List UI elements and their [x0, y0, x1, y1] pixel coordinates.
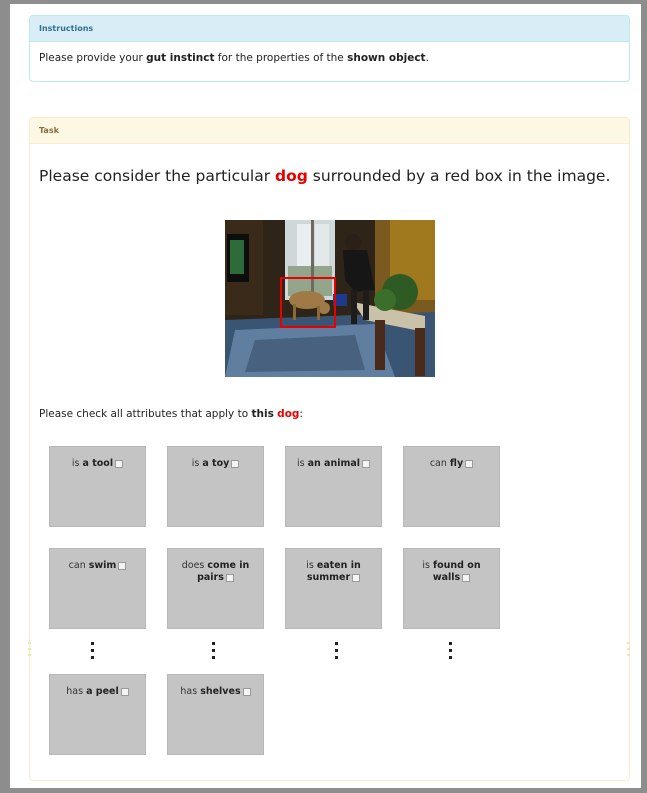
attribute-verb: is: [191, 458, 203, 469]
attributes-prompt-object: dog: [277, 408, 300, 420]
attribute-checkbox[interactable]: [362, 459, 371, 468]
attribute-label: shelves: [200, 686, 241, 697]
attribute-verb: is: [71, 458, 83, 469]
attributes-prompt-part: Please check all attributes that apply t…: [39, 408, 252, 420]
more-tiles-indicator: [212, 642, 216, 663]
attribute-tile-pairs[interactable]: does come in pairs: [167, 548, 264, 629]
attribute-checkbox[interactable]: [115, 459, 124, 468]
attribute-verb: can: [68, 560, 89, 571]
attribute-tile-shelves[interactable]: has shelves: [167, 674, 264, 755]
more-tiles-indicator: [335, 642, 339, 663]
object-photo: [225, 220, 435, 377]
attribute-label: fly: [449, 458, 464, 469]
attribute-tile-peel[interactable]: has a peel: [49, 674, 146, 755]
attributes-prompt-emphasis: this: [251, 408, 274, 420]
attribute-verb: has: [66, 686, 87, 697]
attribute-tile-summer[interactable]: is eaten in summer: [285, 548, 382, 629]
instructions-emphasis-gut-instinct: gut instinct: [146, 52, 215, 64]
instructions-text: Please provide your gut instinct for the…: [30, 42, 629, 74]
attribute-label: found on walls: [432, 560, 481, 583]
instructions-text-part: for the properties of the: [214, 52, 348, 64]
attribute-tile-toy[interactable]: is a toy: [167, 446, 264, 527]
instructions-text-part: Please provide your: [39, 52, 147, 64]
attribute-tile-walls[interactable]: is found on walls: [403, 548, 500, 629]
attribute-label: a tool: [82, 458, 114, 469]
task-title-part: surrounded by a red box in the image.: [307, 167, 611, 185]
attribute-verb: has: [180, 686, 201, 697]
attribute-verb: is: [296, 458, 308, 469]
attribute-checkbox[interactable]: [225, 573, 234, 582]
attribute-checkbox[interactable]: [242, 687, 251, 696]
attribute-tile-swim[interactable]: can swim: [49, 548, 146, 629]
instructions-emphasis-shown-object: shown object: [347, 52, 426, 64]
attribute-tile-animal[interactable]: is an animal: [285, 446, 382, 527]
attribute-verb: is: [306, 560, 317, 571]
attribute-label: swim: [88, 560, 117, 571]
task-title-part: Please consider the particular: [39, 167, 276, 185]
attributes-prompt-part: :: [299, 408, 303, 420]
attribute-checkbox[interactable]: [462, 573, 471, 582]
attribute-verb: can: [429, 458, 450, 469]
attribute-label: an animal: [307, 458, 361, 469]
attribute-tile-fly[interactable]: can fly: [403, 446, 500, 527]
task-title: Please consider the particular dog surro…: [39, 167, 619, 185]
more-tiles-indicator: [449, 642, 453, 663]
panel-cut-indicator: [627, 642, 630, 660]
instructions-text-part: .: [425, 52, 429, 64]
hit-page: Instructions Please provide your gut ins…: [10, 4, 641, 788]
task-panel: Task Please consider the particular dog …: [28, 117, 630, 781]
task-header: Task: [30, 118, 629, 144]
living-room-photo: [225, 220, 435, 377]
attribute-checkbox[interactable]: [465, 459, 474, 468]
more-tiles-indicator: [91, 642, 95, 663]
attribute-checkbox[interactable]: [118, 561, 127, 570]
attribute-verb: is: [422, 560, 433, 571]
attribute-verb: does: [181, 560, 208, 571]
attribute-checkbox[interactable]: [120, 687, 129, 696]
attribute-checkbox[interactable]: [231, 459, 240, 468]
attribute-tile-tool[interactable]: is a tool: [49, 446, 146, 527]
attribute-label: a peel: [86, 686, 119, 697]
attribute-label: a toy: [202, 458, 230, 469]
attributes-prompt: Please check all attributes that apply t…: [39, 408, 303, 420]
instructions-header: Instructions: [30, 16, 629, 42]
panel-cut-indicator: [28, 642, 31, 660]
attribute-checkbox[interactable]: [352, 573, 361, 582]
task-object-name: dog: [275, 167, 308, 185]
instructions-panel: Instructions Please provide your gut ins…: [29, 15, 630, 82]
